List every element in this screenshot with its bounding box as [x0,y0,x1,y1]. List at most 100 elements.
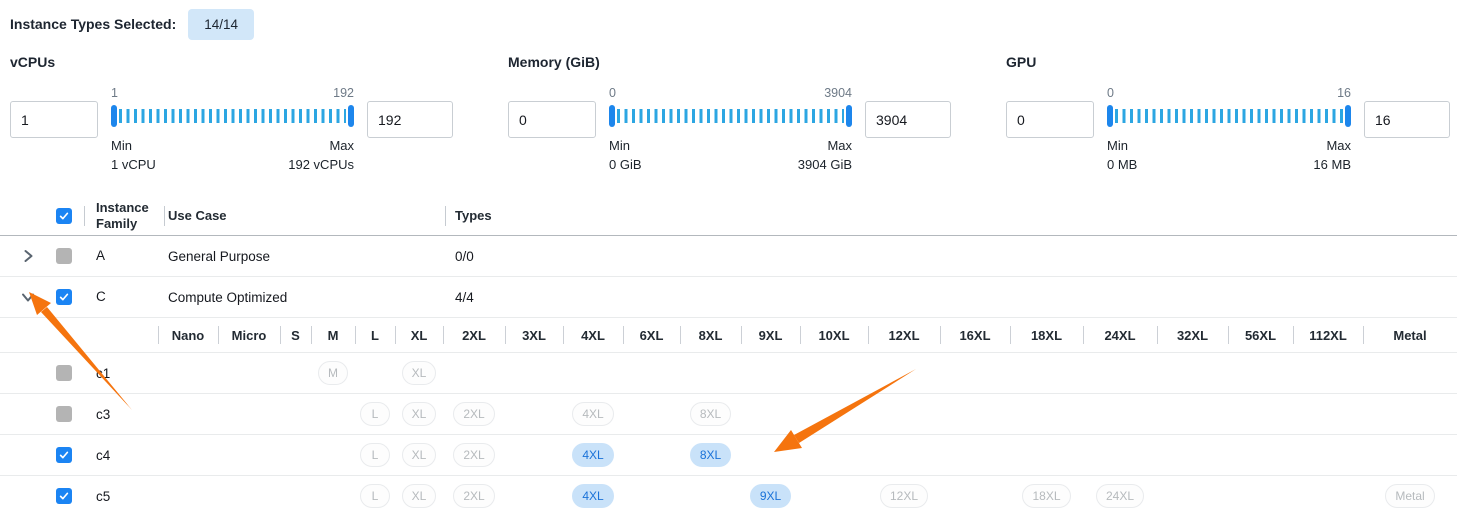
max-caption: Max [798,136,852,155]
column-types: Types [439,208,1457,223]
memory-max-input[interactable] [865,101,951,138]
size-column-label: 4XL [563,318,623,352]
max-caption: Max [288,136,354,155]
size-column-label: XL [395,318,443,352]
instance-row-c1: c1 M XL [0,353,1457,394]
size-column-label: 2XL [443,318,505,352]
gpu-min-input[interactable] [1006,101,1094,138]
size-pill: 4XL [572,402,613,426]
check-icon [58,449,70,461]
size-pill: 18XL [1022,484,1070,508]
instance-name: c4 [84,448,158,463]
instance-checkbox[interactable] [56,447,72,463]
vcpus-min-input[interactable] [10,101,98,138]
slider-ticks [119,109,346,123]
slider-handle-max[interactable] [348,105,354,127]
table-header: Instance Family Use Case Types [0,196,1457,236]
gpu-range-slider[interactable]: 0 16 Min 0 MB Max [1107,86,1351,174]
use-case: Compute Optimized [164,290,439,305]
size-column-label: L [355,318,395,352]
slider-range-max-label: 3904 [824,86,852,102]
gpu-max-input[interactable] [1364,101,1450,138]
min-caption: Min [609,136,642,155]
select-all-checkbox[interactable] [56,208,72,224]
instance-table: Instance Family Use Case Types A General… [0,196,1457,511]
size-column-label: Nano [158,318,218,352]
max-detail: 3904 GiB [798,155,852,174]
vcpus-range-slider[interactable]: 1 192 Min 1 vCPU Max [111,86,354,174]
slider-handle-min[interactable] [111,105,117,127]
slider-handle-min[interactable] [1107,105,1113,127]
slider-range-max-label: 16 [1337,86,1351,102]
instance-name: c3 [84,407,158,422]
size-header-row: Nano Micro S M L XL 2XL 3XL 4XL 6XL 8XL … [0,318,1457,353]
family-checkbox[interactable] [56,289,72,305]
slider-ticks [617,109,844,123]
slider-handle-max[interactable] [1345,105,1351,127]
filter-title: GPU [1006,54,1450,74]
instance-row-c4: c4 L XL 2XL 4XL 8XL [0,435,1457,476]
family-name: A [84,248,164,264]
size-column-label: M [311,318,355,352]
chevron-right-icon[interactable] [20,248,36,264]
size-column-label: 56XL [1228,318,1293,352]
column-instance-family: Instance Family [84,200,164,232]
size-column-label: Micro [218,318,280,352]
check-icon [58,490,70,502]
memory-range-slider[interactable]: 0 3904 Min 0 GiB Max [609,86,852,174]
memory-min-input[interactable] [508,101,596,138]
size-column-label: 112XL [1293,318,1363,352]
min-caption: Min [111,136,156,155]
family-row-a: A General Purpose 0/0 [0,236,1457,277]
instance-row-c5: c5 L XL 2XL 4XL 9XL 12XL 18XL 24XL Metal [0,476,1457,511]
size-column-label: 24XL [1083,318,1157,352]
check-icon [58,291,70,303]
instance-checkbox [56,365,72,381]
size-pill: M [318,361,348,385]
filter-vcpus: vCPUs 1 192 Min [10,54,453,174]
size-column-label: 12XL [868,318,940,352]
size-column-label: 6XL [623,318,680,352]
vcpus-max-input[interactable] [367,101,453,138]
size-pill: 8XL [690,402,731,426]
filter-title: Memory (GiB) [508,54,951,74]
max-detail: 192 vCPUs [288,155,354,174]
instance-types-selected-label: Instance Types Selected: [10,16,176,32]
slider-range-min-label: 0 [1107,86,1114,102]
size-pill[interactable]: 8XL [690,443,731,467]
size-column-label: 32XL [1157,318,1228,352]
slider-handle-min[interactable] [609,105,615,127]
min-detail: 1 vCPU [111,155,156,174]
size-pill: XL [402,361,437,385]
size-column-label: 9XL [741,318,800,352]
instance-row-c3: c3 L XL 2XL 4XL 8XL [0,394,1457,435]
size-pill: 2XL [453,484,494,508]
size-pill: L [360,443,390,467]
use-case: General Purpose [164,249,439,264]
size-pill[interactable]: 9XL [750,484,791,508]
size-pill: Metal [1385,484,1434,508]
instance-type-selector: Instance Types Selected: 14/14 vCPUs 1 1… [0,0,1457,511]
types-count: 4/4 [439,290,1457,305]
chevron-down-icon[interactable] [20,289,36,305]
instance-checkbox[interactable] [56,488,72,504]
filter-title: vCPUs [10,54,453,74]
size-pill[interactable]: 4XL [572,443,613,467]
family-checkbox [56,248,72,264]
types-count: 0/0 [439,249,1457,264]
size-column-label: 16XL [940,318,1010,352]
slider-range-min-label: 0 [609,86,616,102]
column-use-case: Use Case [164,208,439,223]
size-pill: XL [402,443,437,467]
slider-range-max-label: 192 [333,86,354,102]
size-column-label: 8XL [680,318,741,352]
min-caption: Min [1107,136,1137,155]
size-pill[interactable]: 4XL [572,484,613,508]
slider-handle-max[interactable] [846,105,852,127]
instance-checkbox [56,406,72,422]
filters-section: vCPUs 1 192 Min [10,54,1457,174]
size-pill: XL [402,402,437,426]
slider-range-min-label: 1 [111,86,118,102]
min-detail: 0 MB [1107,155,1137,174]
size-column-label: S [280,318,311,352]
